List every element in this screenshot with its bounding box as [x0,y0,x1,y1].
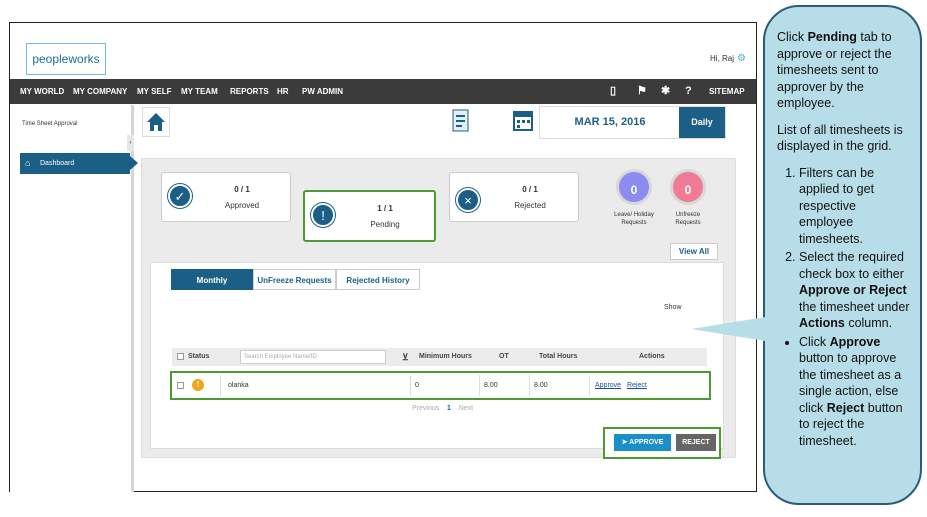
min-hours-column-header: Minimum Hours [419,353,472,360]
callout-grid-note: List of all timesheets is displayed in t… [777,122,903,154]
approved-count: 0 / 1 [234,185,250,194]
nav-hr[interactable]: HR [277,79,289,104]
date-selector[interactable]: MAR 15, 2016 Daily [539,106,726,139]
pending-label: Pending [370,220,400,229]
instruction-callout: Click Pending tab to approve or reject t… [691,5,922,505]
pagination: Previous 1 Next [412,405,473,412]
show-entries-label: Show [664,304,682,311]
leave-label-line2: Requests [621,220,647,226]
rejected-count: 0 / 1 [522,185,538,194]
approve-link[interactable]: Approve [595,382,621,389]
collapse-sidebar-button[interactable]: ‹ [127,135,134,151]
ot-column-header: OT [499,353,509,360]
check-icon: ✓ [168,184,192,208]
total-hours-value: 8.00 [534,382,548,389]
nav-my-world[interactable]: MY WORLD [20,79,64,104]
sidebar-item-label: Dashboard [40,160,75,167]
tools-icon[interactable]: ✱ [661,79,670,104]
tab-monthly[interactable]: Monthly [171,269,253,290]
row-checkbox[interactable] [177,373,184,398]
unfreeze-label-line1: Unfreeze [675,212,701,218]
table-header: Status Search Employee Name/ID ⊻ Minimum… [172,348,707,366]
calendar-icon[interactable] [512,107,534,135]
nav-sitemap[interactable]: SITEMAP [709,79,745,104]
pending-card[interactable]: ! 1 / 1 Pending [303,190,436,242]
unfreeze-label-line2: Requests [675,220,701,226]
peopleworks-logo[interactable]: peopleworks [26,43,106,75]
actions-column-header: Actions [639,353,665,360]
user-greeting[interactable]: Hi, Raj ⚙ [710,53,746,64]
approved-card[interactable]: ✓ 0 / 1 Approved [161,172,291,222]
home-icon [147,113,165,131]
callout-pointer [691,317,765,341]
callout-step-1: Filters can be applied to get respective… [799,165,910,248]
current-date[interactable]: MAR 15, 2016 [540,107,680,138]
pager-next[interactable]: Next [459,405,473,412]
reject-button[interactable]: REJECT [676,434,716,451]
approved-label: Approved [224,201,260,210]
nav-my-team[interactable]: MY TEAM [181,79,218,104]
sidebar-title: Time Sheet Approval [22,121,78,127]
send-icon: ➤ [621,439,628,446]
select-all-checkbox[interactable] [177,348,184,366]
approve-button-label: APPROVE [629,439,664,446]
warning-icon: ! [192,379,204,391]
filter-icon[interactable]: ⊻ [402,348,409,366]
table-row: ! olanka 0 8.00 8.00 Approve Reject [170,371,711,400]
callout-intro: Click Pending tab to approve or reject t… [777,30,892,110]
greeting-text: Hi, Raj [710,54,735,63]
rejected-card[interactable]: × 0 / 1 Rejected [449,172,579,222]
book-icon[interactable]: ▯ [610,79,616,104]
callout-step-2: Select the required check box to either … [799,249,910,332]
reject-link[interactable]: Reject [627,382,647,389]
exclamation-icon: ! [311,203,335,227]
unfreeze-requests-label: Unfreeze Requests [664,211,712,227]
main-nav: MY WORLD MY COMPANY MY SELF MY TEAM REPO… [10,79,756,104]
daily-view-button[interactable]: Daily [679,107,725,138]
pager-page[interactable]: 1 [447,405,451,412]
help-icon[interactable]: ? [685,79,692,104]
tab-rejected-history[interactable]: Rejected History [336,269,420,290]
nav-my-company[interactable]: MY COMPANY [73,79,127,104]
report-icon[interactable] [450,107,472,135]
sidebar: Time Sheet Approval ‹ ⌂ Dashboard [10,105,138,492]
leave-requests-label: Leave/ Holiday Requests [608,211,660,227]
total-hours-column-header: Total Hours [539,353,578,360]
close-icon: × [456,188,480,212]
ot-value: 8.00 [484,382,498,389]
tab-unfreeze-requests[interactable]: UnFreeze Requests [253,269,336,290]
callout-bullets: Click Approve button to approve the time… [777,334,910,450]
nav-reports[interactable]: REPORTS [230,79,269,104]
bulk-action-group: ➤ APPROVE REJECT [603,427,721,459]
nav-pw-admin[interactable]: PW ADMIN [302,79,343,104]
status-column-header: Status [188,353,210,360]
sidebar-item-dashboard[interactable]: ⌂ Dashboard [20,153,138,174]
logo-text: peopleworks [32,52,100,66]
pending-count: 1 / 1 [377,204,393,213]
flag-icon[interactable]: ⚑ [637,79,647,104]
home-button[interactable] [142,107,170,137]
callout-steps: Filters can be applied to get respective… [777,165,910,332]
min-hours-value: 0 [415,382,419,389]
leave-label-line1: Leave/ Holiday [614,212,654,218]
home-icon: ⌂ [25,158,31,168]
leave-requests-bubble[interactable]: 0 [616,169,652,205]
nav-my-self[interactable]: MY SELF [137,79,172,104]
employee-name: olanka [228,382,249,389]
unfreeze-requests-bubble[interactable]: 0 [670,169,706,205]
pager-previous[interactable]: Previous [412,405,439,412]
view-all-button[interactable]: View All [670,243,718,260]
gear-icon[interactable]: ⚙ [737,53,746,64]
rejected-label: Rejected [514,201,546,210]
employee-search-input[interactable]: Search Employee Name/ID [240,350,386,364]
callout-bullet-1: Click Approve button to approve the time… [799,334,910,450]
approve-button[interactable]: ➤ APPROVE [614,434,671,451]
